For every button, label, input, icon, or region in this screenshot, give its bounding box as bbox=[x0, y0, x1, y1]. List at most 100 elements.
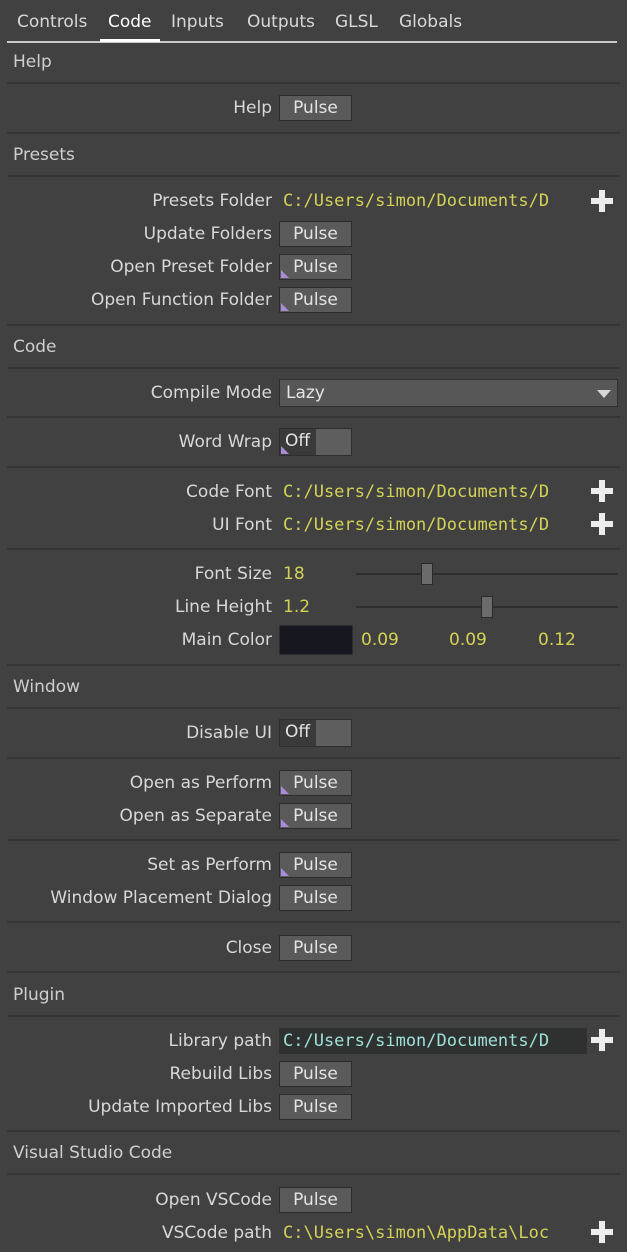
browse-plus-icon[interactable] bbox=[591, 480, 613, 502]
open-as-separate-pulse-button[interactable]: Pulse bbox=[279, 803, 352, 829]
section-vscode: Visual Studio Code bbox=[13, 1143, 173, 1163]
ui-font-field[interactable]: C:/Users/simon/Documents/D bbox=[283, 515, 581, 539]
line-height-label: Line Height bbox=[174, 597, 272, 617]
divider bbox=[7, 548, 620, 550]
open-as-perform-label: Open as Perform bbox=[129, 773, 272, 793]
pulse-label: Pulse bbox=[293, 1190, 338, 1210]
divider bbox=[7, 921, 620, 923]
update-imported-libs-pulse-button[interactable]: Pulse bbox=[279, 1094, 352, 1120]
pulse-label: Pulse bbox=[293, 888, 338, 908]
tab-globals[interactable]: Globals bbox=[399, 12, 462, 34]
vscode-path-field[interactable]: C:\Users\simon\AppData\Loc bbox=[283, 1223, 581, 1247]
divider bbox=[7, 664, 620, 666]
divider bbox=[7, 839, 620, 841]
pulse-label: Pulse bbox=[293, 290, 338, 310]
close-label: Close bbox=[225, 938, 272, 958]
section-code: Code bbox=[13, 337, 57, 357]
open-as-perform-pulse-button[interactable]: Pulse bbox=[279, 770, 352, 796]
pulse-label: Pulse bbox=[293, 224, 338, 244]
font-size-label: Font Size bbox=[194, 564, 272, 584]
section-window: Window bbox=[13, 677, 81, 697]
browse-plus-icon[interactable] bbox=[591, 190, 613, 212]
tab-outputs[interactable]: Outputs bbox=[247, 12, 315, 34]
tab-code[interactable]: Code bbox=[100, 12, 159, 42]
window-placement-dialog-label: Window Placement Dialog bbox=[50, 888, 272, 908]
tab-controls[interactable]: Controls bbox=[17, 12, 87, 34]
font-size-value[interactable]: 18 bbox=[283, 564, 305, 588]
divider bbox=[7, 1015, 620, 1017]
ui-font-label: UI Font bbox=[212, 515, 272, 535]
disable-ui-toggle[interactable]: Off bbox=[279, 719, 352, 747]
line-height-value[interactable]: 1.2 bbox=[283, 597, 310, 621]
compile-mode-dropdown[interactable]: Lazy bbox=[279, 379, 618, 407]
pulse-label: Pulse bbox=[293, 938, 338, 958]
rebuild-libs-pulse-button[interactable]: Pulse bbox=[279, 1061, 352, 1087]
indicator-icon bbox=[281, 819, 289, 827]
divider bbox=[7, 1173, 620, 1175]
close-pulse-button[interactable]: Pulse bbox=[279, 935, 352, 961]
tab-glsl[interactable]: GLSL bbox=[335, 12, 378, 34]
main-color-b[interactable]: 0.12 bbox=[538, 630, 576, 654]
open-preset-folder-pulse-button[interactable]: Pulse bbox=[279, 254, 352, 280]
divider bbox=[7, 82, 620, 84]
rebuild-libs-label: Rebuild Libs bbox=[169, 1064, 272, 1084]
set-as-perform-label: Set as Perform bbox=[147, 855, 272, 875]
section-presets: Presets bbox=[13, 145, 75, 165]
divider bbox=[7, 132, 620, 134]
line-height-slider-handle[interactable] bbox=[481, 596, 493, 618]
main-color-r[interactable]: 0.09 bbox=[361, 630, 399, 654]
window-placement-pulse-button[interactable]: Pulse bbox=[279, 885, 352, 911]
indicator-icon bbox=[281, 868, 289, 876]
open-preset-folder-label: Open Preset Folder bbox=[110, 257, 272, 277]
divider bbox=[7, 707, 620, 709]
word-wrap-label: Word Wrap bbox=[178, 432, 272, 452]
help-pulse-button[interactable]: Pulse bbox=[279, 95, 352, 121]
browse-plus-icon[interactable] bbox=[591, 1029, 613, 1051]
browse-plus-icon[interactable] bbox=[591, 513, 613, 535]
chevron-down-icon bbox=[597, 390, 611, 398]
pulse-label: Pulse bbox=[293, 773, 338, 793]
toggle-value: Off bbox=[285, 722, 311, 742]
set-as-perform-pulse-button[interactable]: Pulse bbox=[279, 852, 352, 878]
compile-mode-label: Compile Mode bbox=[150, 383, 272, 403]
update-folders-pulse-button[interactable]: Pulse bbox=[279, 221, 352, 247]
word-wrap-toggle[interactable]: Off bbox=[279, 428, 352, 456]
disable-ui-label: Disable UI bbox=[186, 723, 272, 743]
divider bbox=[7, 757, 620, 759]
presets-folder-label: Presets Folder bbox=[152, 191, 272, 211]
divider bbox=[7, 466, 620, 468]
main-color-label: Main Color bbox=[181, 630, 272, 650]
open-function-folder-label: Open Function Folder bbox=[90, 290, 272, 310]
code-font-field[interactable]: C:/Users/simon/Documents/D bbox=[283, 482, 581, 506]
font-size-slider-handle[interactable] bbox=[420, 563, 433, 585]
divider bbox=[7, 324, 620, 326]
code-font-label: Code Font bbox=[186, 482, 272, 502]
divider bbox=[7, 971, 620, 973]
divider bbox=[7, 175, 620, 177]
section-plugin: Plugin bbox=[13, 985, 66, 1005]
main-color-g[interactable]: 0.09 bbox=[449, 630, 487, 654]
main-color-swatch[interactable] bbox=[279, 625, 353, 655]
open-function-folder-pulse-button[interactable]: Pulse bbox=[279, 287, 352, 313]
tab-bar: Controls Code Inputs Outputs GLSL Global… bbox=[7, 0, 617, 43]
tab-inputs[interactable]: Inputs bbox=[171, 12, 224, 34]
library-path-field[interactable]: C:/Users/simon/Documents/D bbox=[279, 1028, 587, 1054]
update-folders-label: Update Folders bbox=[143, 224, 272, 244]
library-path-label: Library path bbox=[168, 1031, 273, 1051]
pulse-label: Pulse bbox=[293, 806, 338, 826]
open-vscode-pulse-button[interactable]: Pulse bbox=[279, 1187, 352, 1213]
open-vscode-label: Open VSCode bbox=[155, 1190, 272, 1210]
browse-plus-icon[interactable] bbox=[591, 1221, 613, 1243]
compile-mode-value: Lazy bbox=[286, 383, 325, 403]
indicator-icon bbox=[281, 786, 289, 794]
open-as-separate-label: Open as Separate bbox=[119, 806, 272, 826]
presets-folder-field[interactable]: C:/Users/simon/Documents/D bbox=[283, 191, 581, 215]
section-help: Help bbox=[13, 52, 52, 72]
pulse-label: Pulse bbox=[293, 1097, 338, 1117]
font-size-slider-track[interactable] bbox=[356, 573, 618, 575]
divider bbox=[7, 1130, 620, 1132]
update-imported-libs-label: Update Imported Libs bbox=[88, 1097, 272, 1117]
help-label: Help bbox=[233, 98, 272, 118]
divider bbox=[7, 367, 620, 369]
indicator-icon bbox=[281, 446, 289, 454]
